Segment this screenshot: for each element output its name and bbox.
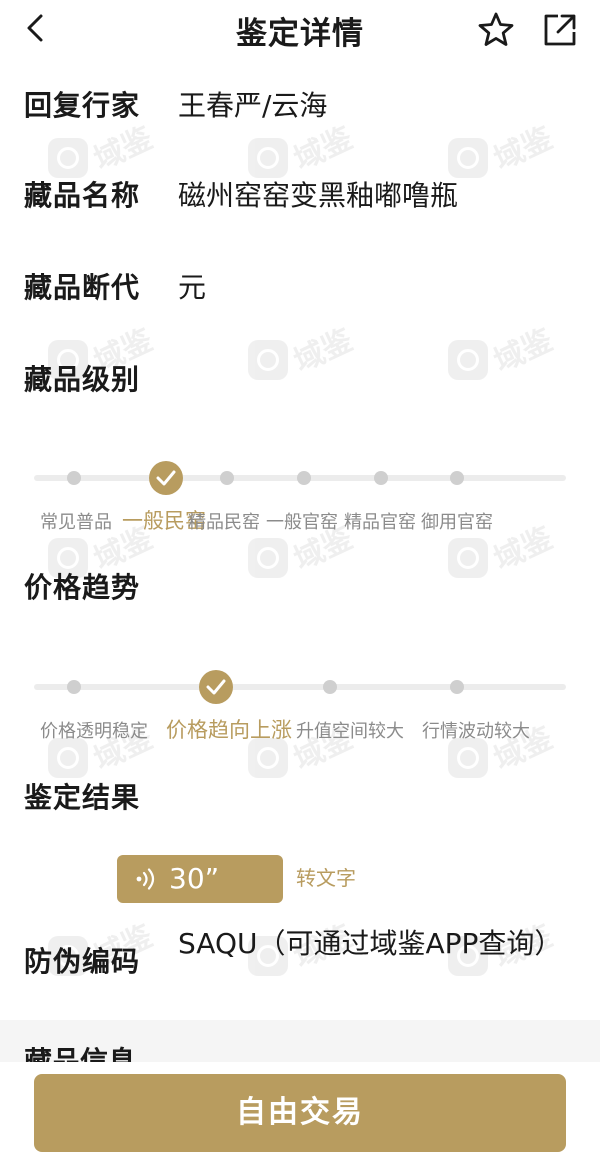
grade-step-label: 精品民窑 <box>188 512 260 533</box>
trend-step-label: 升值空间较大 <box>296 721 404 742</box>
trend-step-label: 价格透明稳定 <box>40 721 148 742</box>
bottom-bar: 自由交易 <box>0 1062 600 1176</box>
trend-step-dot <box>323 680 337 694</box>
era-label: 藏品断代 <box>24 271 141 304</box>
watermark: 域鉴 <box>448 322 558 392</box>
era-row: 藏品断代 <box>24 266 140 306</box>
page: 域鉴 域鉴 域鉴 域鉴 域鉴 域鉴 域鉴 域鉴 域鉴 域鉴 域鉴 域鉴 域鉴 域… <box>0 0 600 1176</box>
code-row: 防伪编码 <box>24 940 140 980</box>
free-trade-button[interactable]: 自由交易 <box>34 1074 566 1152</box>
grade-step-dot <box>220 471 234 485</box>
name-row: 藏品名称 <box>24 174 140 214</box>
trend-track <box>34 684 566 690</box>
top-nav-bar: 鉴定详情 <box>0 0 600 60</box>
result-row: 鉴定结果 <box>24 776 140 816</box>
grade-label: 藏品级别 <box>24 363 141 396</box>
sound-wave-icon <box>136 868 155 890</box>
code-hint: （可通过域鉴APP查询） <box>257 927 563 960</box>
trend-row: 价格趋势 <box>24 566 140 606</box>
expert-row: 回复行家 <box>24 84 140 124</box>
grade-step-dot <box>374 471 388 485</box>
trend-step-label: 行情波动较大 <box>422 721 530 742</box>
trend-step-dot <box>67 680 81 694</box>
grade-step-label: 常见普品 <box>40 512 112 533</box>
grade-row: 藏品级别 <box>24 358 140 398</box>
trend-step-dot <box>450 680 464 694</box>
code-label: 防伪编码 <box>24 945 141 978</box>
watermark: 域鉴 <box>248 322 358 392</box>
grade-step-label: 精品官窑 <box>344 512 416 533</box>
name-label: 藏品名称 <box>24 179 141 212</box>
voice-message-button[interactable]: 30” <box>117 855 283 903</box>
grade-step-dot <box>450 471 464 485</box>
share-icon[interactable] <box>540 10 580 50</box>
voice-duration: 30” <box>169 862 220 895</box>
code-number: SAQU <box>178 927 258 960</box>
trend-label: 价格趋势 <box>24 571 141 604</box>
grade-step-dot <box>67 471 81 485</box>
era-value: 元 <box>178 271 207 304</box>
watermark: 域鉴 <box>448 120 558 190</box>
expert-label: 回复行家 <box>24 89 141 122</box>
trend-selected-check-icon <box>199 670 233 704</box>
grade-selected-check-icon <box>149 461 183 495</box>
name-value: 磁州窑窑变黑釉嘟噜瓶 <box>178 179 459 212</box>
expert-value: 王春严/云海 <box>178 89 328 122</box>
result-label: 鉴定结果 <box>24 781 141 814</box>
star-icon[interactable] <box>476 10 516 50</box>
code-value: SAQU（可通过域鉴APP查询） <box>178 924 578 964</box>
convert-to-text-link[interactable]: 转文字 <box>296 862 356 891</box>
trend-step-label: 价格趋向上涨 <box>166 718 292 742</box>
grade-step-label: 御用官窑 <box>421 512 493 533</box>
grade-step-label: 一般官窑 <box>266 512 338 533</box>
grade-step-dot <box>297 471 311 485</box>
